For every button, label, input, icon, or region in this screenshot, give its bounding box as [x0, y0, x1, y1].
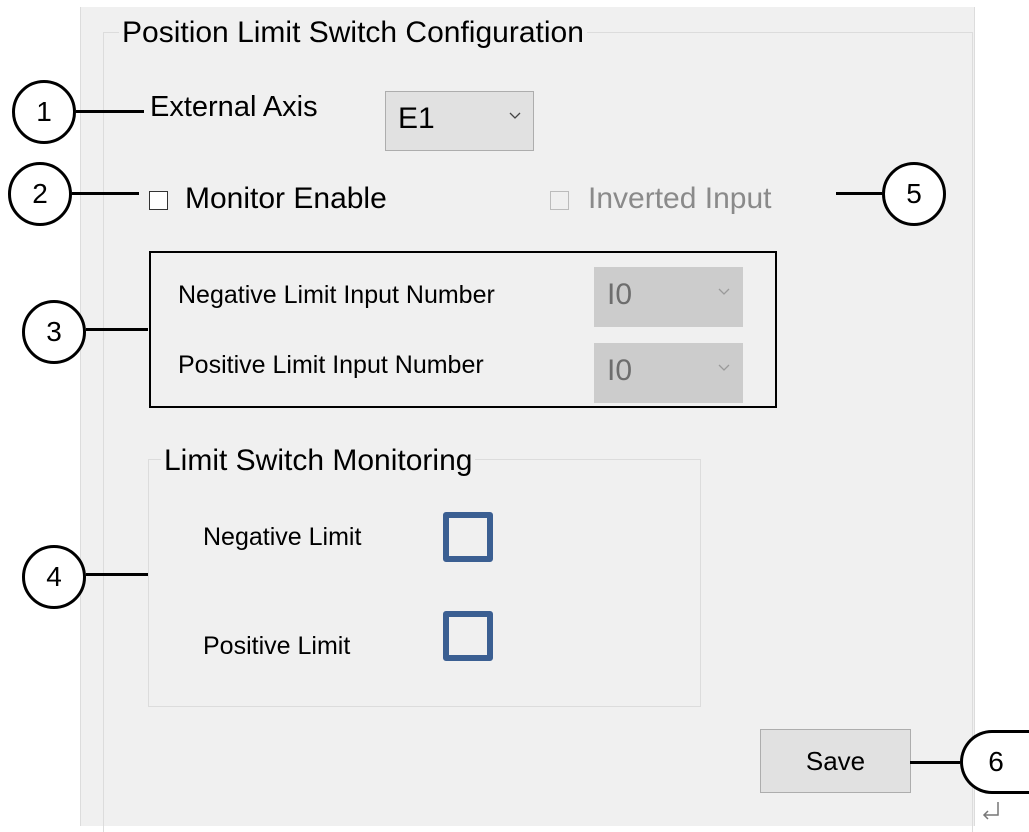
callout-2: 2	[8, 162, 72, 226]
positive-limit-label: Positive Limit	[203, 632, 351, 660]
dialog-panel: Position Limit Switch Configuration Exte…	[80, 7, 975, 832]
callout-1-line	[76, 110, 144, 113]
group-title: Position Limit Switch Configuration	[119, 18, 587, 48]
negative-limit-input-value: I0	[607, 278, 633, 311]
monitor-enable-label[interactable]: Monitor Enable	[185, 184, 387, 214]
inverted-input-label[interactable]: Inverted Input	[588, 184, 771, 214]
positive-limit-input-select[interactable]: I0	[594, 343, 743, 403]
callout-6-line	[910, 761, 960, 764]
chevron-down-icon	[509, 112, 521, 119]
callout-1: 1	[12, 80, 76, 144]
positive-limit-input-value: I0	[607, 354, 633, 387]
negative-limit-input-label: Negative Limit Input Number	[178, 281, 495, 309]
chevron-down-icon	[718, 288, 730, 295]
callout-5: 5	[882, 162, 946, 226]
callout-4: 4	[22, 545, 86, 609]
inverted-input-checkbox[interactable]	[550, 191, 569, 210]
return-arrow-icon	[982, 802, 999, 820]
negative-limit-input-select[interactable]: I0	[594, 267, 743, 327]
positive-limit-input-label: Positive Limit Input Number	[178, 351, 484, 379]
negative-limit-indicator	[443, 512, 493, 562]
external-axis-label: External Axis	[150, 91, 318, 123]
save-button[interactable]: Save	[760, 729, 911, 793]
callout-3: 3	[22, 300, 86, 364]
callout-5-line	[836, 192, 882, 195]
external-axis-select[interactable]: E1	[385, 91, 534, 151]
monitoring-group-title: Limit Switch Monitoring	[161, 446, 476, 476]
callout-6: 6	[960, 730, 1029, 794]
external-axis-value: E1	[398, 102, 435, 135]
negative-limit-label: Negative Limit	[203, 523, 362, 551]
callout-4-line	[86, 573, 148, 576]
positive-limit-indicator	[443, 611, 493, 661]
limit-switch-monitoring-group	[148, 459, 701, 707]
callout-3-line	[86, 328, 148, 331]
position-limit-group	[103, 32, 973, 832]
monitor-enable-checkbox[interactable]	[149, 191, 168, 210]
chevron-down-icon	[718, 364, 730, 371]
callout-2-line	[72, 192, 139, 195]
